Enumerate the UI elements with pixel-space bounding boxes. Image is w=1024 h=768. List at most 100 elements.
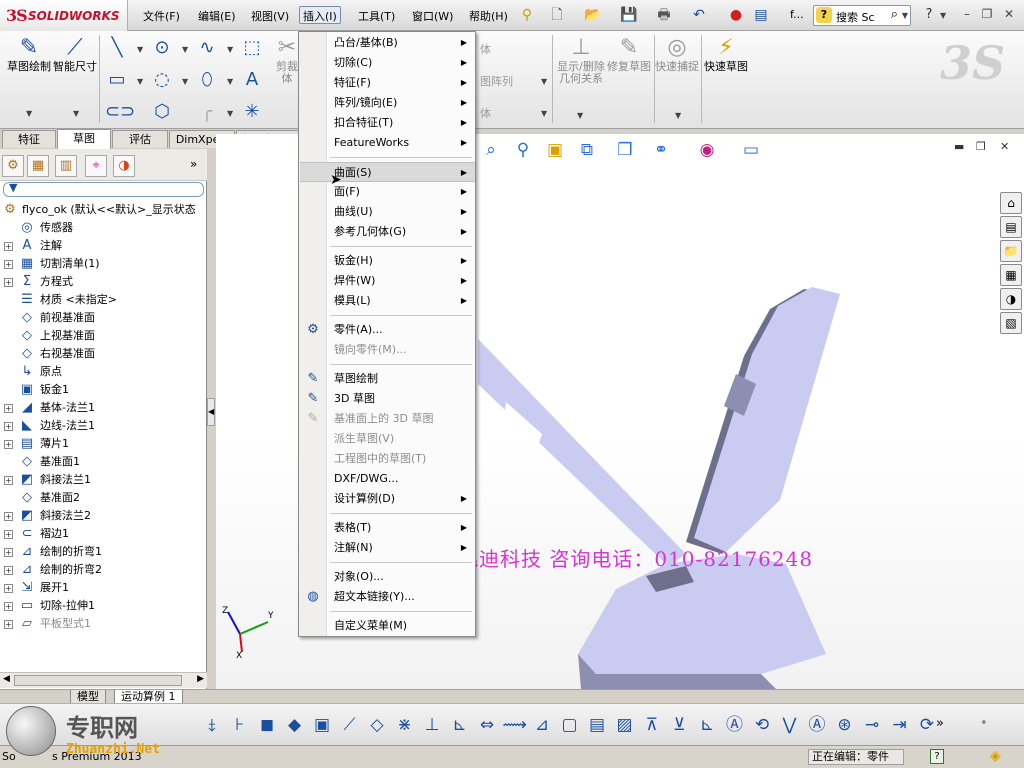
break-corner-icon[interactable]: ⊻: [668, 713, 692, 737]
tab-model[interactable]: 模型: [70, 690, 106, 704]
expand-plus-icon[interactable]: +: [4, 530, 13, 539]
menu-tools[interactable]: 工具(T): [355, 7, 398, 25]
feature-tree-item[interactable]: ◇ 前视基准面: [0, 309, 207, 327]
appearance-icon[interactable]: ◉: [696, 139, 718, 161]
feature-tree-item[interactable]: + ▦ 切割清单(1): [0, 255, 207, 273]
line-dropdown-icon[interactable]: ▼: [137, 45, 143, 54]
insert-menu-item[interactable]: 焊件(W) ▶: [300, 271, 475, 291]
insert-menu-item[interactable]: 工程图中的草图(T): [300, 449, 475, 469]
linear-pattern-icon[interactable]: ⇥: [888, 713, 912, 737]
display-delete-relations-button[interactable]: ⊥ 显示/删除几何关系: [556, 35, 606, 85]
closed-corner-icon[interactable]: ▨: [613, 713, 637, 737]
view-palette-icon[interactable]: ▦: [1000, 264, 1022, 286]
circle-icon[interactable]: ⊙: [150, 37, 174, 59]
insert-menu-item[interactable]: 自定义菜单(M): [300, 616, 475, 636]
display-manager-icon[interactable]: ◑: [113, 155, 135, 177]
menu-help[interactable]: 帮助(H): [466, 7, 511, 25]
expand-plus-icon[interactable]: +: [4, 620, 13, 629]
feature-tree-item[interactable]: + ⊂ 褶边1: [0, 525, 207, 543]
extruded-cut-icon[interactable]: ⊛: [833, 713, 857, 737]
solidworks-logo[interactable]: 3S SOLIDWORKS: [0, 0, 128, 31]
undo-icon[interactable]: ↶: [690, 6, 708, 24]
previous-view-icon[interactable]: ▣: [544, 139, 566, 161]
restore-icon[interactable]: ❐: [980, 7, 994, 21]
tab-evaluate[interactable]: 评估: [112, 130, 168, 148]
base-flange-tool-icon[interactable]: ⊦: [228, 713, 252, 737]
insert-menu-item[interactable]: 参考几何体(G) ▶: [300, 222, 475, 242]
arc-dropdown-icon[interactable]: ▼: [182, 77, 188, 86]
insert-menu-item[interactable]: FeatureWorks ▶: [300, 133, 475, 153]
insert-menu-item[interactable]: ⚙ 零件(A)...: [300, 320, 475, 340]
viewport-restore-icon[interactable]: ❐: [976, 140, 986, 153]
toolbar-handle-icon[interactable]: •: [980, 716, 988, 731]
menu-edit[interactable]: 编辑(E): [195, 7, 239, 25]
insert-menu-item[interactable]: ✎ 草图绘制: [300, 369, 475, 389]
repair-sketch-button[interactable]: ✎ 修复草图: [606, 35, 652, 73]
expand-plus-icon[interactable]: +: [4, 260, 13, 269]
insert-menu-item[interactable]: 扣合特征(T) ▶: [300, 113, 475, 133]
status-tag-icon[interactable]: ◈: [990, 748, 1001, 764]
configuration-manager-icon[interactable]: ▥: [55, 155, 77, 177]
search-icon[interactable]: ⌕: [891, 7, 898, 22]
appearances-icon[interactable]: ◑: [1000, 288, 1022, 310]
point-icon[interactable]: ✳: [240, 101, 264, 123]
insert-menu-item[interactable]: ✎ 3D 草图: [300, 389, 475, 409]
fillet-icon[interactable]: ╭: [195, 101, 219, 123]
unfold-tool-icon[interactable]: ⊥: [420, 713, 444, 737]
flatten-icon[interactable]: ⇔: [475, 713, 499, 737]
file-properties-icon[interactable]: ▤: [752, 6, 770, 24]
feature-tree-item[interactable]: + Σ 方程式: [0, 273, 207, 291]
insert-bends-icon[interactable]: ⊿: [530, 713, 554, 737]
feature-tree-item[interactable]: ◇ 基准面2: [0, 489, 207, 507]
minimize-icon[interactable]: –: [960, 7, 974, 21]
insert-menu-item[interactable]: 曲线(U) ▶: [300, 202, 475, 222]
insert-menu-item[interactable]: 注解(N) ▶: [300, 538, 475, 558]
help-icon[interactable]: ?: [920, 6, 938, 24]
insert-menu-item[interactable]: 钣金(H) ▶: [300, 251, 475, 271]
feature-tree-item[interactable]: ◎ 传感器: [0, 219, 207, 237]
feature-tree-item[interactable]: + ▭ 切除-拉伸1: [0, 597, 207, 615]
relations-dropdown-icon[interactable]: ▼: [577, 111, 583, 120]
menu-file[interactable]: 文件(F): [140, 7, 183, 25]
expand-plus-icon[interactable]: +: [4, 422, 13, 431]
pattern-dropdown-icon[interactable]: ▼: [541, 77, 547, 86]
insert-menu-item[interactable]: 切除(C) ▶: [300, 53, 475, 73]
property-manager-icon[interactable]: ▦: [27, 155, 49, 177]
dimxpert-manager-icon[interactable]: ⌖: [85, 155, 107, 177]
spline-icon[interactable]: ∿: [195, 37, 219, 59]
insert-menu-item[interactable]: 模具(L) ▶: [300, 291, 475, 311]
close-icon[interactable]: ✕: [1002, 7, 1016, 21]
section-view-icon[interactable]: ⧉: [576, 139, 598, 161]
new-document-icon[interactable]: 🗋: [548, 6, 566, 24]
search-box[interactable]: ? 搜索 Sc ⌕ ▼: [813, 5, 911, 26]
scene-icon[interactable]: ▭: [740, 139, 762, 161]
panel-collapse-handle[interactable]: ◀: [207, 398, 215, 426]
rectangle-dropdown-icon[interactable]: ▼: [137, 77, 143, 86]
feature-tree-filter[interactable]: ▼: [3, 181, 204, 197]
expand-plus-icon[interactable]: +: [4, 242, 13, 251]
menu-insert[interactable]: 插入(I): [299, 6, 341, 24]
expand-plus-icon[interactable]: +: [4, 404, 13, 413]
insert-menu-item[interactable]: 特征(F) ▶: [300, 73, 475, 93]
expand-plus-icon[interactable]: +: [4, 512, 13, 521]
fillet-dropdown-icon[interactable]: ▼: [227, 109, 233, 118]
insert-menu-item[interactable]: 派生草图(V): [300, 429, 475, 449]
feature-tree-item[interactable]: + ◣ 边线-法兰1: [0, 417, 207, 435]
search-input[interactable]: 搜索 Sc: [836, 9, 875, 25]
zoom-to-fit-icon[interactable]: ⌕: [480, 139, 502, 161]
insert-menu-item[interactable]: 对象(O)...: [300, 567, 475, 587]
smart-dimension-button[interactable]: ⟋ 智能尺寸: [52, 35, 98, 73]
polygon-icon[interactable]: ⬡: [150, 101, 174, 123]
insert-menu-item[interactable]: 阵列/镜向(E) ▶: [300, 93, 475, 113]
simple-hole-icon[interactable]: Ⓐ: [805, 713, 829, 737]
pin-icon[interactable]: ⚲: [518, 6, 536, 24]
feature-tree-item[interactable]: ☰ 材质 <未指定>: [0, 291, 207, 309]
quick-snaps-button[interactable]: ◎ 快速捕捉: [654, 35, 700, 73]
expand-plus-icon[interactable]: +: [4, 476, 13, 485]
feature-tree-item[interactable]: + ▤ 薄片1: [0, 435, 207, 453]
insert-menu-item[interactable]: 曲面(S) ▶: [300, 162, 475, 182]
miter-flange-tool-icon[interactable]: ◆: [283, 713, 307, 737]
solidworks-resources-icon[interactable]: ⌂: [1000, 192, 1022, 214]
viewport-minimize-icon[interactable]: ▬: [954, 140, 964, 153]
no-bends-icon[interactable]: ⟿: [503, 713, 527, 737]
